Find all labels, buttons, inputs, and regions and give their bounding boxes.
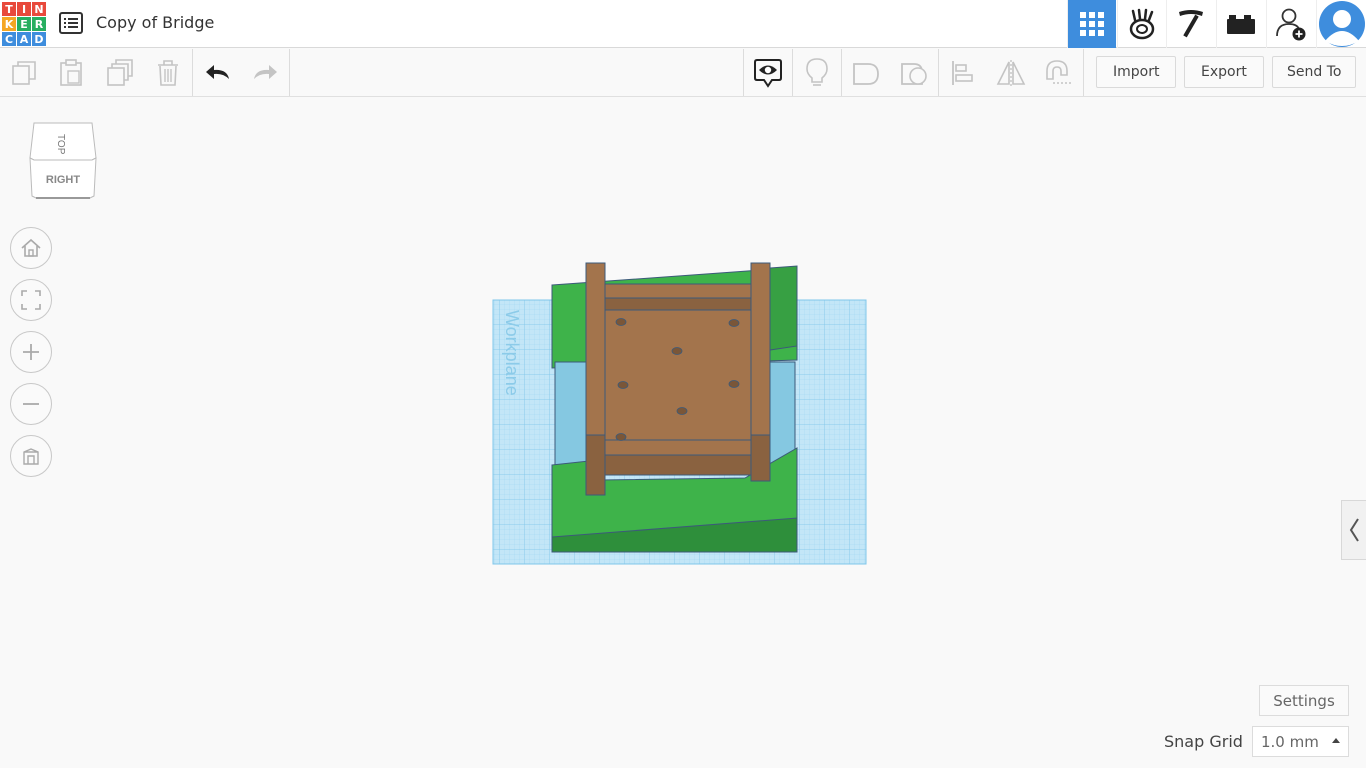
hole-shape-icon xyxy=(901,62,927,85)
top-bar: T I N K E R C A D Copy of Bridge xyxy=(0,0,1366,48)
bridge-rail-left-shade xyxy=(585,434,606,496)
notes-visibility-button[interactable] xyxy=(744,49,792,96)
codeblocks-icon xyxy=(1129,8,1155,40)
align-icon xyxy=(952,60,973,85)
bridge-bank-back-side xyxy=(769,265,798,351)
paste-icon xyxy=(60,58,82,86)
toolbar-divider xyxy=(289,49,290,96)
undo-button[interactable] xyxy=(194,49,242,96)
collapse-panel-toggle[interactable] xyxy=(1341,500,1366,560)
snap-grid-select[interactable]: 1.0 mm xyxy=(1252,726,1349,757)
caret-up-icon xyxy=(1332,738,1340,743)
solid-shape-icon xyxy=(853,62,879,85)
perspective-toggle-button[interactable] xyxy=(10,435,52,477)
invite-user-button[interactable] xyxy=(1266,0,1315,48)
logo-letter: D xyxy=(32,32,46,46)
avatar-icon xyxy=(1318,1,1365,47)
zoom-in-icon xyxy=(23,344,39,360)
view-cube-front-label: RIGHT xyxy=(46,174,81,186)
home-view-icon xyxy=(21,238,41,257)
export-button[interactable]: Export xyxy=(1184,56,1264,88)
logo-letter: K xyxy=(2,17,16,31)
home-view-button[interactable] xyxy=(10,227,52,269)
redo-button[interactable] xyxy=(241,49,289,96)
edit-toolbar: Import Export Send To xyxy=(0,49,1366,97)
design-title[interactable]: Copy of Bridge xyxy=(96,13,214,32)
duplicate-button[interactable] xyxy=(96,49,144,96)
bridge-crossbeam-top xyxy=(599,283,756,299)
logo-letter: A xyxy=(17,32,31,46)
add-user-icon xyxy=(1276,8,1306,41)
perspective-icon xyxy=(23,448,39,465)
bridge-rail-right-shade xyxy=(750,434,771,482)
tinkercad-logo[interactable]: T I N K E R C A D xyxy=(2,2,46,46)
view-cube[interactable]: TOP RIGHT xyxy=(28,120,98,202)
3d-design-button[interactable] xyxy=(1067,0,1116,48)
notes-button[interactable] xyxy=(793,49,841,96)
import-button[interactable]: Import xyxy=(1096,56,1177,88)
zoom-in-button[interactable] xyxy=(10,331,52,373)
paste-button[interactable] xyxy=(47,49,95,96)
user-avatar-button[interactable] xyxy=(1316,0,1366,48)
cruise-button[interactable] xyxy=(1034,49,1082,96)
delete-button[interactable] xyxy=(144,49,192,96)
view-cube-graphic[interactable]: TOP RIGHT xyxy=(28,120,98,202)
logo-letter: C xyxy=(2,32,16,46)
list-icon xyxy=(59,12,83,34)
minecraft-button[interactable] xyxy=(1166,0,1215,48)
design-list-button[interactable] xyxy=(58,10,84,36)
toolbar-divider xyxy=(192,49,193,96)
logo-letter: N xyxy=(32,2,46,16)
undo-icon xyxy=(206,64,229,79)
delete-icon xyxy=(158,59,178,86)
zoom-out-button[interactable] xyxy=(10,383,52,425)
settings-button[interactable]: Settings xyxy=(1259,685,1349,716)
bridge-crossbeam-bottom-shade xyxy=(599,454,756,476)
snap-grid-value: 1.0 mm xyxy=(1261,732,1319,751)
workplane-label: Workplane xyxy=(502,310,522,396)
mirror-icon xyxy=(996,59,1026,86)
bridge-crossbeam-top-shade xyxy=(599,297,756,311)
redo-icon xyxy=(254,64,277,79)
zoom-out-icon xyxy=(23,403,39,405)
copy-button[interactable] xyxy=(0,49,48,96)
lightbulb-icon xyxy=(806,57,828,86)
hole-button[interactable] xyxy=(890,49,938,96)
solid-button[interactable] xyxy=(842,49,890,96)
logo-letter: R xyxy=(32,17,46,31)
chevron-left-icon xyxy=(1349,518,1359,542)
duplicate-icon xyxy=(107,58,133,86)
fit-all-button[interactable] xyxy=(10,279,52,321)
bridge-crossbeam-bottom xyxy=(599,439,756,456)
toolbar-divider xyxy=(1083,49,1084,96)
send-to-button[interactable]: Send To xyxy=(1272,56,1357,88)
grid-icon xyxy=(1080,12,1104,36)
copy-icon xyxy=(12,60,36,85)
fit-all-icon xyxy=(21,290,41,310)
bricks-button[interactable] xyxy=(1216,0,1265,48)
logo-letter: T xyxy=(2,2,16,16)
scene[interactable]: Workplane xyxy=(0,97,1366,768)
align-button[interactable] xyxy=(939,49,987,96)
minecraft-pickaxe-icon xyxy=(1179,10,1203,38)
mirror-button[interactable] xyxy=(987,49,1035,96)
logo-letter: E xyxy=(17,17,31,31)
logo-letter: I xyxy=(17,2,31,16)
magnet-icon xyxy=(1046,59,1071,84)
notes-eye-icon xyxy=(754,58,782,88)
3d-viewport[interactable]: Workplane xyxy=(0,97,1366,768)
codeblocks-button[interactable] xyxy=(1117,0,1166,48)
snap-grid-label: Snap Grid xyxy=(1164,732,1243,751)
lego-brick-icon xyxy=(1227,15,1255,34)
view-cube-top-label: TOP xyxy=(55,134,66,155)
